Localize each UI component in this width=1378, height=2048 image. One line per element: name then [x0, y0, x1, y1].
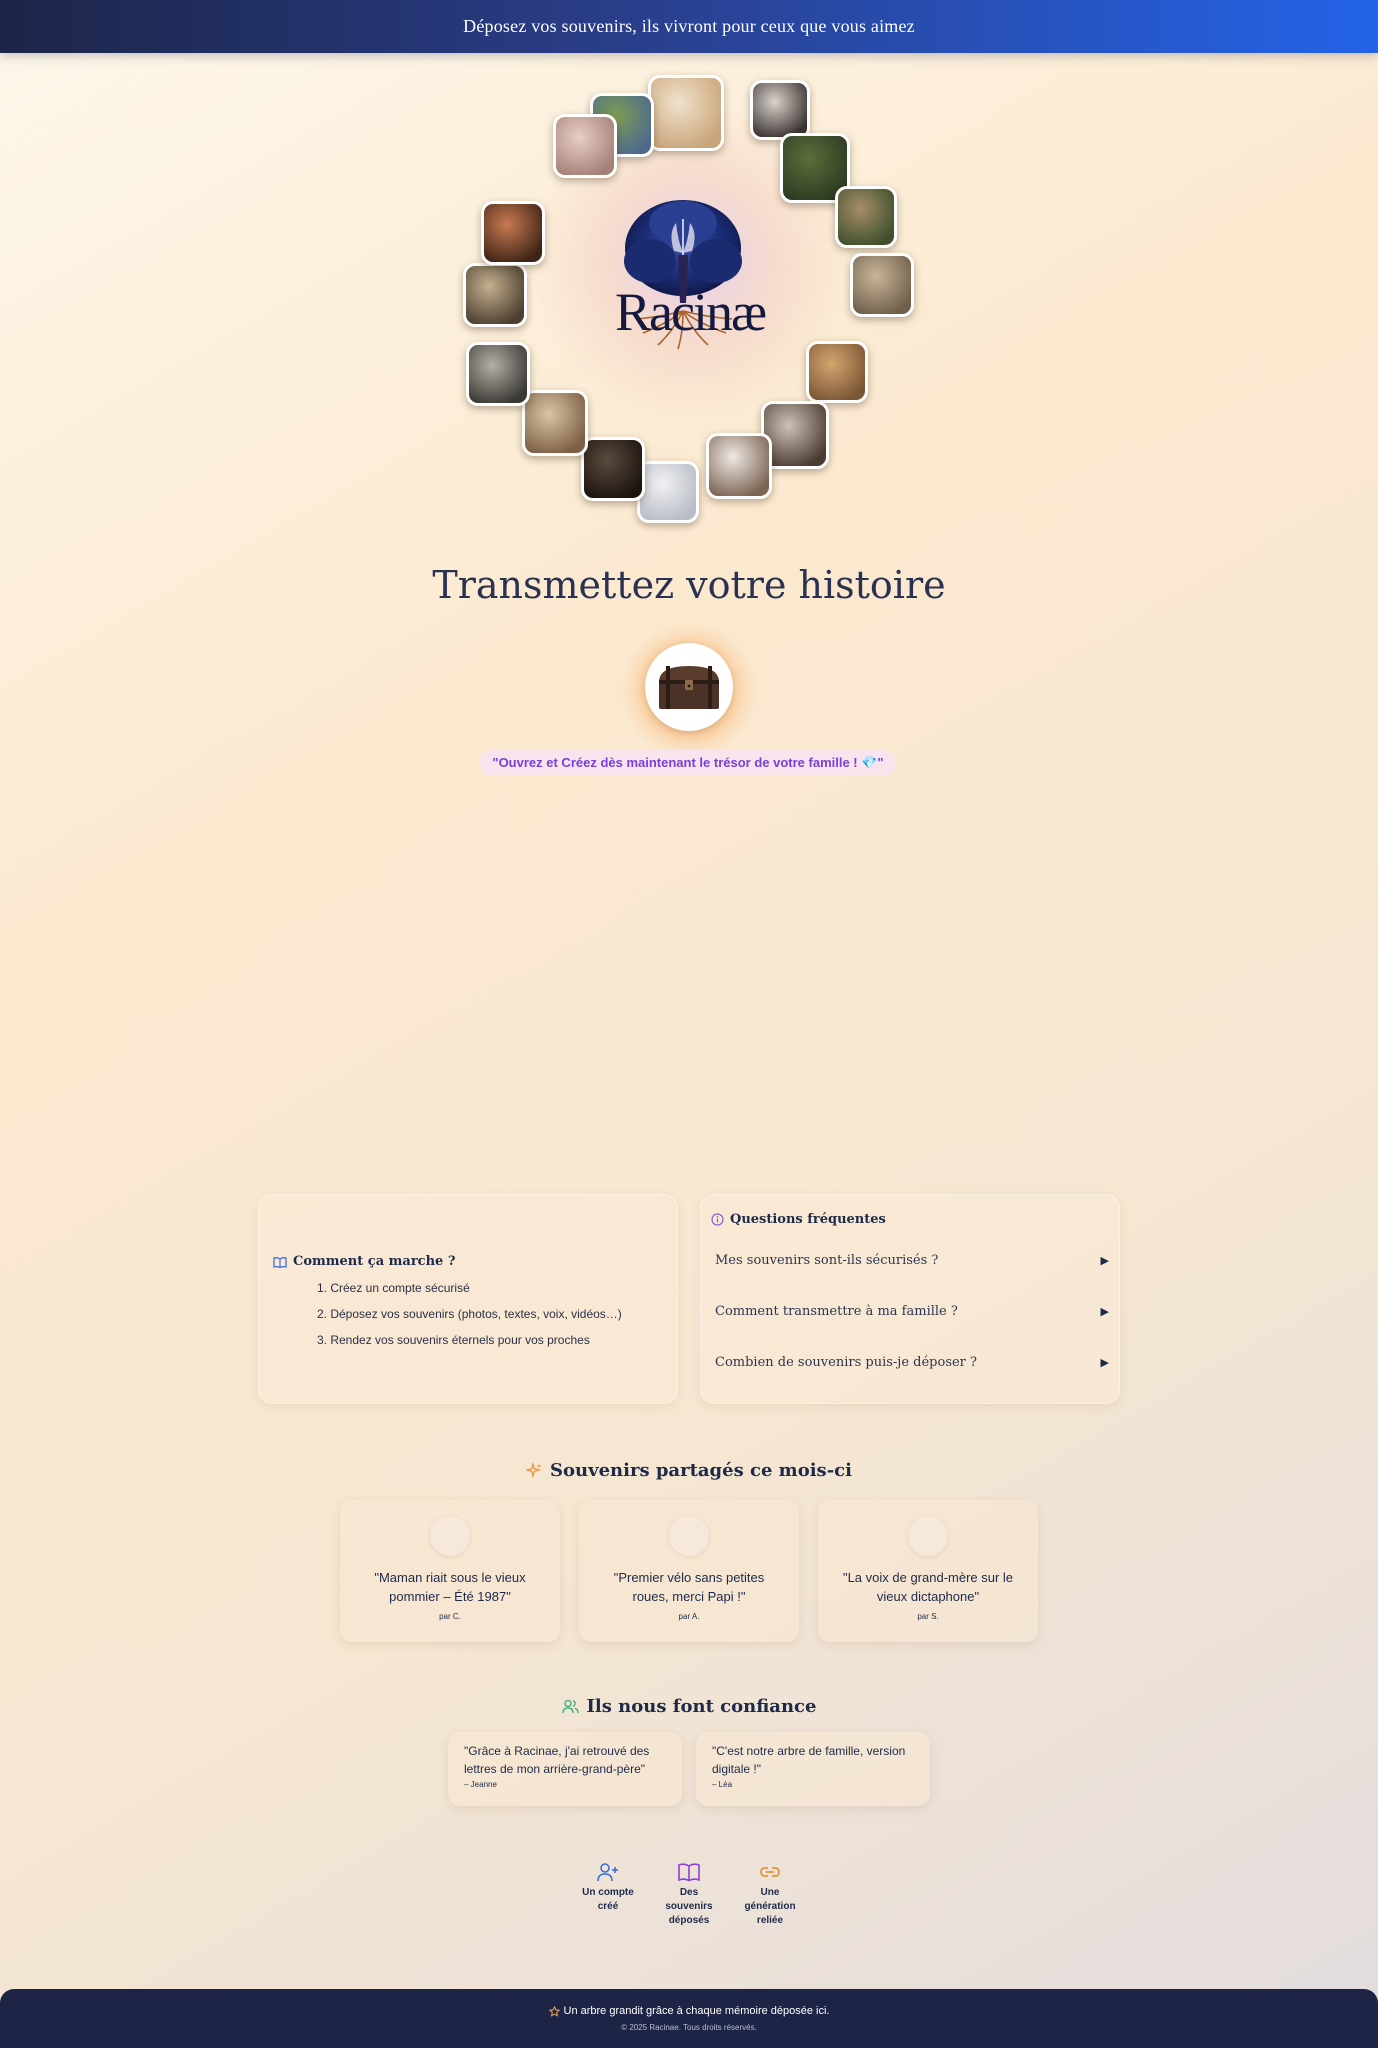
- photo-sepia-group[interactable]: [850, 253, 914, 317]
- how-heading: Comment ça marche ?: [273, 1254, 455, 1269]
- trust-heading: Ils nous font confiance: [0, 1696, 1378, 1717]
- memory-author: par S.: [917, 1612, 939, 1621]
- trust-title: Ils nous font confiance: [586, 1696, 817, 1717]
- book-open-icon: [678, 1863, 700, 1882]
- faq-question: Mes souvenirs sont-ils sécurisés ?: [715, 1252, 939, 1268]
- stat-label: Un compte créé: [582, 1887, 634, 1912]
- memory-card[interactable]: "Maman riait sous le vieux pommier – Été…: [340, 1500, 560, 1642]
- photo-family-bw[interactable]: [466, 342, 530, 406]
- expand-arrow-icon: ▶: [1100, 1355, 1109, 1369]
- how-step: 3. Rendez vos souvenirs éternels pour vo…: [317, 1333, 590, 1347]
- stat-generation: Une génération reliée: [736, 1862, 804, 1928]
- stat-memories: Des souvenirs déposés: [655, 1862, 723, 1928]
- testimonial-quote: "Grâce à Racinae, j'ai retrouvé des lett…: [464, 1744, 650, 1776]
- link-icon: [760, 1867, 780, 1877]
- page-title: Transmettez votre histoire: [432, 563, 946, 607]
- testimonial-card: "Grâce à Racinae, j'ai retrouvé des lett…: [448, 1732, 682, 1806]
- how-step: 1. Créez un compte sécurisé: [317, 1281, 470, 1295]
- testimonial-card: "C'est notre arbre de famille, version d…: [696, 1732, 930, 1806]
- hero-section: Racinæ: [0, 53, 1378, 533]
- expand-arrow-icon: ▶: [1100, 1304, 1109, 1318]
- avatar: [430, 1516, 470, 1556]
- photo-mother-child[interactable]: [806, 341, 868, 403]
- how-it-works-card: Comment ça marche ? 1. Créez un compte s…: [258, 1194, 678, 1404]
- memory-quote: "Premier vélo sans petites roues, merci …: [613, 1570, 765, 1604]
- testimonial-author: – Jeanne: [464, 1780, 497, 1789]
- photo-kids-grass[interactable]: [835, 186, 897, 248]
- faq-item-quantity[interactable]: Combien de souvenirs puis-je déposer ? ▶: [715, 1350, 1109, 1374]
- user-plus-icon: [597, 1863, 618, 1882]
- photo-pink-family[interactable]: [553, 114, 617, 178]
- photo-family-dog[interactable]: [706, 433, 772, 499]
- info-icon: [711, 1213, 724, 1226]
- testimonial-author: – Léa: [712, 1780, 733, 1789]
- photo-baby[interactable]: [637, 461, 699, 523]
- banner-text: Déposez vos souvenirs, ils vivront pour …: [463, 16, 915, 36]
- faq-title: Questions fréquentes: [730, 1212, 886, 1227]
- stat-label: Des souvenirs déposés: [665, 1887, 713, 1926]
- memory-quote: "La voix de grand-mère sur le vieux dict…: [842, 1570, 1014, 1604]
- star-icon: [548, 2005, 560, 2017]
- faq-heading: Questions fréquentes: [711, 1212, 886, 1227]
- faq-question: Comment transmettre à ma famille ?: [715, 1303, 958, 1319]
- photo-sepia-family[interactable]: [463, 263, 527, 327]
- expand-arrow-icon: ▶: [1100, 1253, 1109, 1267]
- photo-open-book[interactable]: [581, 437, 645, 501]
- sparkles-icon: [526, 1462, 542, 1478]
- footer: Un arbre grandit grâce à chaque mémoire …: [0, 1989, 1378, 2048]
- footer-copyright: © 2025 Racinae. Tous droits réservés.: [621, 2023, 757, 2032]
- photo-kids-red[interactable]: [481, 201, 545, 265]
- memories-title: Souvenirs partagés ce mois-ci: [550, 1460, 852, 1481]
- avatar: [908, 1516, 948, 1556]
- treasure-chest-icon: [659, 666, 719, 709]
- logo-text: Racinæ: [615, 282, 767, 342]
- avatar: [669, 1516, 709, 1556]
- how-title: Comment ça marche ?: [293, 1254, 456, 1269]
- treasure-chest-button[interactable]: [645, 643, 733, 731]
- photo-scroll[interactable]: [648, 75, 724, 151]
- footer-tagline-row: Un arbre grandit grâce à chaque mémoire …: [0, 2005, 1378, 2017]
- stat-account: Un compte créé: [574, 1862, 642, 1914]
- cta-pill[interactable]: "Ouvrez et Créez dès maintenant le tréso…: [480, 750, 896, 776]
- photo-old-portrait[interactable]: [750, 80, 810, 140]
- memory-quote: "Maman riait sous le vieux pommier – Été…: [374, 1570, 526, 1604]
- stat-label: Une génération reliée: [744, 1887, 796, 1926]
- photo-old-group[interactable]: [522, 390, 588, 456]
- how-steps-list: 1. Créez un compte sécurisé 2. Déposez v…: [317, 1281, 622, 1359]
- faq-item-transmit[interactable]: Comment transmettre à ma famille ? ▶: [715, 1299, 1109, 1323]
- top-banner: Déposez vos souvenirs, ils vivront pour …: [0, 0, 1378, 53]
- memories-heading: Souvenirs partagés ce mois-ci: [0, 1460, 1378, 1481]
- faq-question: Combien de souvenirs puis-je déposer ?: [715, 1354, 977, 1370]
- memory-author: par C.: [439, 1612, 461, 1621]
- how-step: 2. Déposez vos souvenirs (photos, textes…: [317, 1307, 622, 1321]
- memory-card[interactable]: "Premier vélo sans petites roues, merci …: [579, 1500, 799, 1642]
- memory-card[interactable]: "La voix de grand-mère sur le vieux dict…: [818, 1500, 1038, 1642]
- memory-author: par A.: [678, 1612, 700, 1621]
- book-icon: [273, 1256, 287, 1268]
- faq-card: Questions fréquentes Mes souvenirs sont-…: [700, 1194, 1120, 1404]
- faq-item-security[interactable]: Mes souvenirs sont-ils sécurisés ? ▶: [715, 1248, 1109, 1272]
- users-icon: [561, 1699, 579, 1714]
- cta-text: "Ouvrez et Créez dès maintenant le tréso…: [492, 755, 884, 770]
- footer-tagline: Un arbre grandit grâce à chaque mémoire …: [563, 2005, 830, 2017]
- testimonial-quote: "C'est notre arbre de famille, version d…: [712, 1744, 906, 1776]
